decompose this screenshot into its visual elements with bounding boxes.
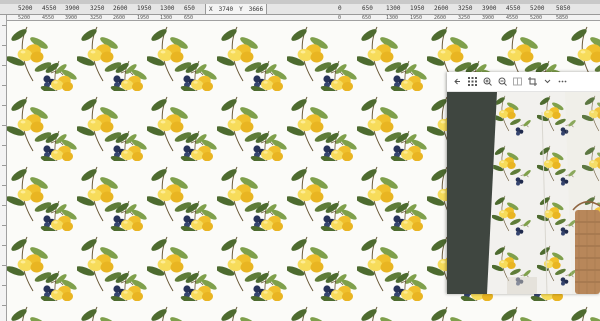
ruler-tick: 1300 — [386, 5, 401, 12]
more-icon[interactable] — [558, 77, 567, 86]
vertical-ruler[interactable] — [0, 15, 7, 321]
ruler-tick: 3250 — [458, 5, 473, 12]
ruler-status-row: 5200 4550 3900 3250 2600 1950 1300 650 X… — [0, 4, 600, 15]
ruler-tick: 650 — [184, 5, 195, 12]
coord-x-value: 3740 — [218, 5, 234, 13]
back-arrow-icon[interactable] — [453, 77, 462, 86]
chevron-down-icon[interactable] — [543, 77, 552, 86]
zoom-out-icon[interactable] — [498, 77, 507, 86]
ruler-tick: 3250 — [90, 5, 105, 12]
zoom-in-icon[interactable] — [483, 77, 492, 86]
ruler-tick: 650 — [362, 5, 373, 12]
split-icon[interactable] — [513, 77, 522, 86]
coord-x-label: X — [209, 5, 213, 13]
preview-panel[interactable] — [447, 72, 600, 294]
preview-toolbar — [447, 72, 600, 92]
ruler-tick: 4550 — [506, 5, 521, 12]
coord-y-label: Y — [239, 5, 243, 13]
coordinate-readout: X 3740 Y 3666 — [205, 4, 268, 14]
ruler-tick: 0 — [338, 5, 342, 12]
ruler-tick: 4550 — [42, 5, 57, 12]
ruler-tick: 5850 — [556, 5, 571, 12]
ruler-tick: 5200 — [18, 5, 33, 12]
coord-y-value: 3666 — [248, 5, 264, 13]
dress-preview-photo — [447, 92, 600, 294]
ruler-tick: 2600 — [113, 5, 128, 12]
grid-icon[interactable] — [468, 77, 477, 86]
ruler-tick: 3900 — [65, 5, 80, 12]
crop-icon[interactable] — [528, 77, 537, 86]
ruler-tick: 5200 — [530, 5, 545, 12]
ruler-tick: 1950 — [137, 5, 152, 12]
ruler-tick: 1300 — [160, 5, 175, 12]
ruler-tick: 2600 — [434, 5, 449, 12]
ruler-tick: 1950 — [410, 5, 425, 12]
ruler-tick: 3900 — [482, 5, 497, 12]
